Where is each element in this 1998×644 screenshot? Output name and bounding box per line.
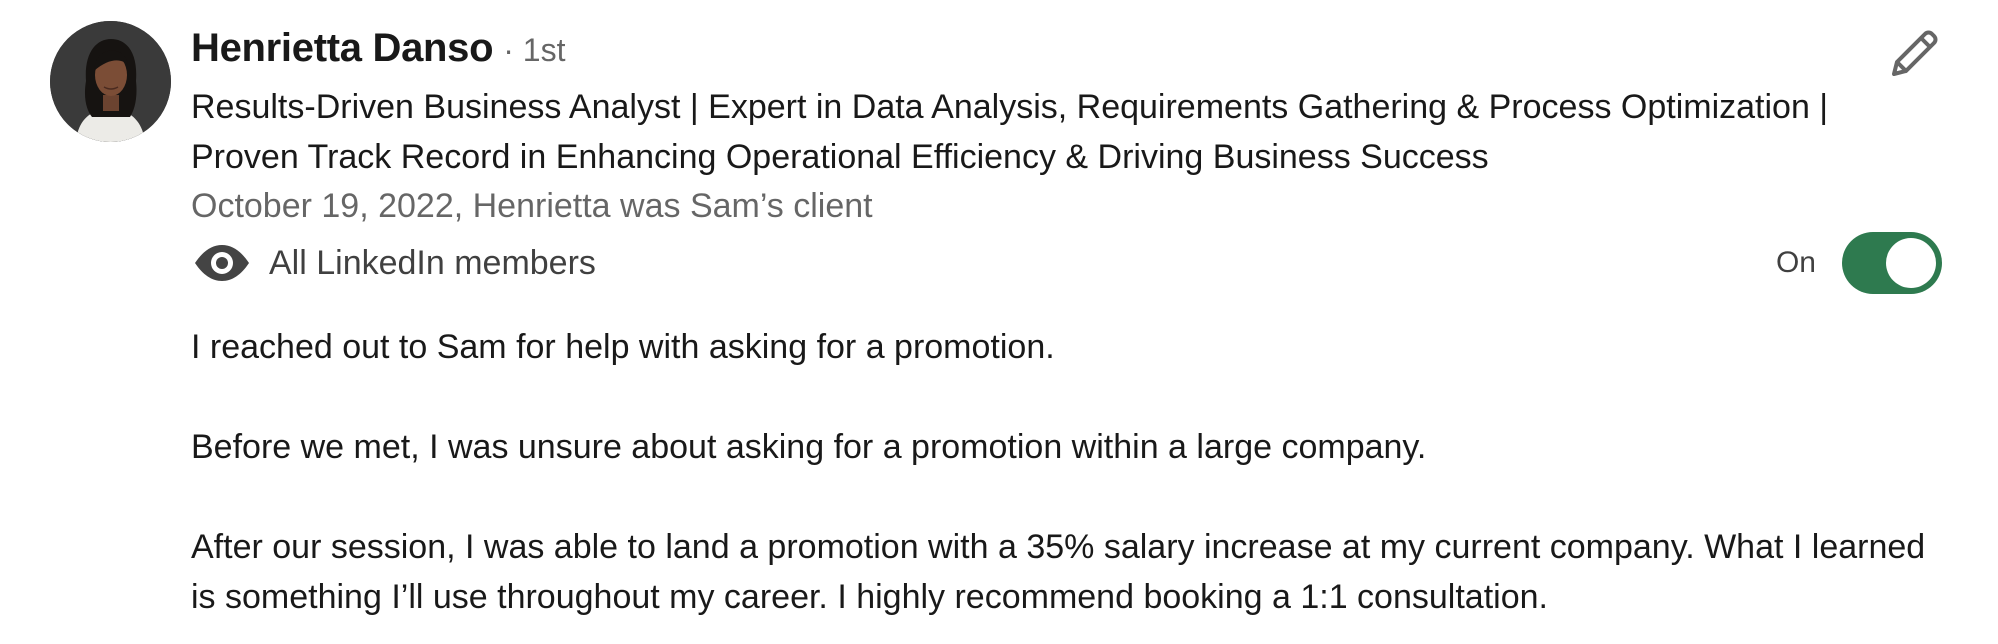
toggle-knob: [1886, 238, 1936, 288]
visibility-toggle[interactable]: [1842, 232, 1942, 294]
avatar[interactable]: [50, 21, 171, 142]
recommendation-meta: October 19, 2022, Henrietta was Sam’s cl…: [191, 187, 873, 225]
toggle-label: On: [1775, 246, 1816, 279]
author-headline: Results-Driven Business Analyst | Expert…: [191, 88, 1829, 176]
recommendation-body: I reached out to Sam for help with askin…: [191, 322, 1931, 622]
visibility-label: All LinkedIn members: [269, 243, 596, 282]
connection-degree: · 1st: [503, 32, 566, 68]
recommendation-paragraph: Before we met, I was unsure about asking…: [191, 428, 1427, 466]
author-name[interactable]: Henrietta Danso: [191, 26, 494, 71]
recommendation-paragraph: After our session, I was able to land a …: [191, 528, 1926, 616]
visibility-toggle-group: On: [1776, 232, 1942, 294]
visibility-setting: All LinkedIn members: [191, 236, 596, 290]
pencil-icon[interactable]: [1884, 26, 1942, 84]
author-header: Henrietta Danso · 1st: [191, 26, 565, 78]
recommendation-paragraph: I reached out to Sam for help with askin…: [191, 328, 1055, 366]
avatar-photo: [50, 21, 171, 142]
eye-icon: [193, 234, 251, 292]
